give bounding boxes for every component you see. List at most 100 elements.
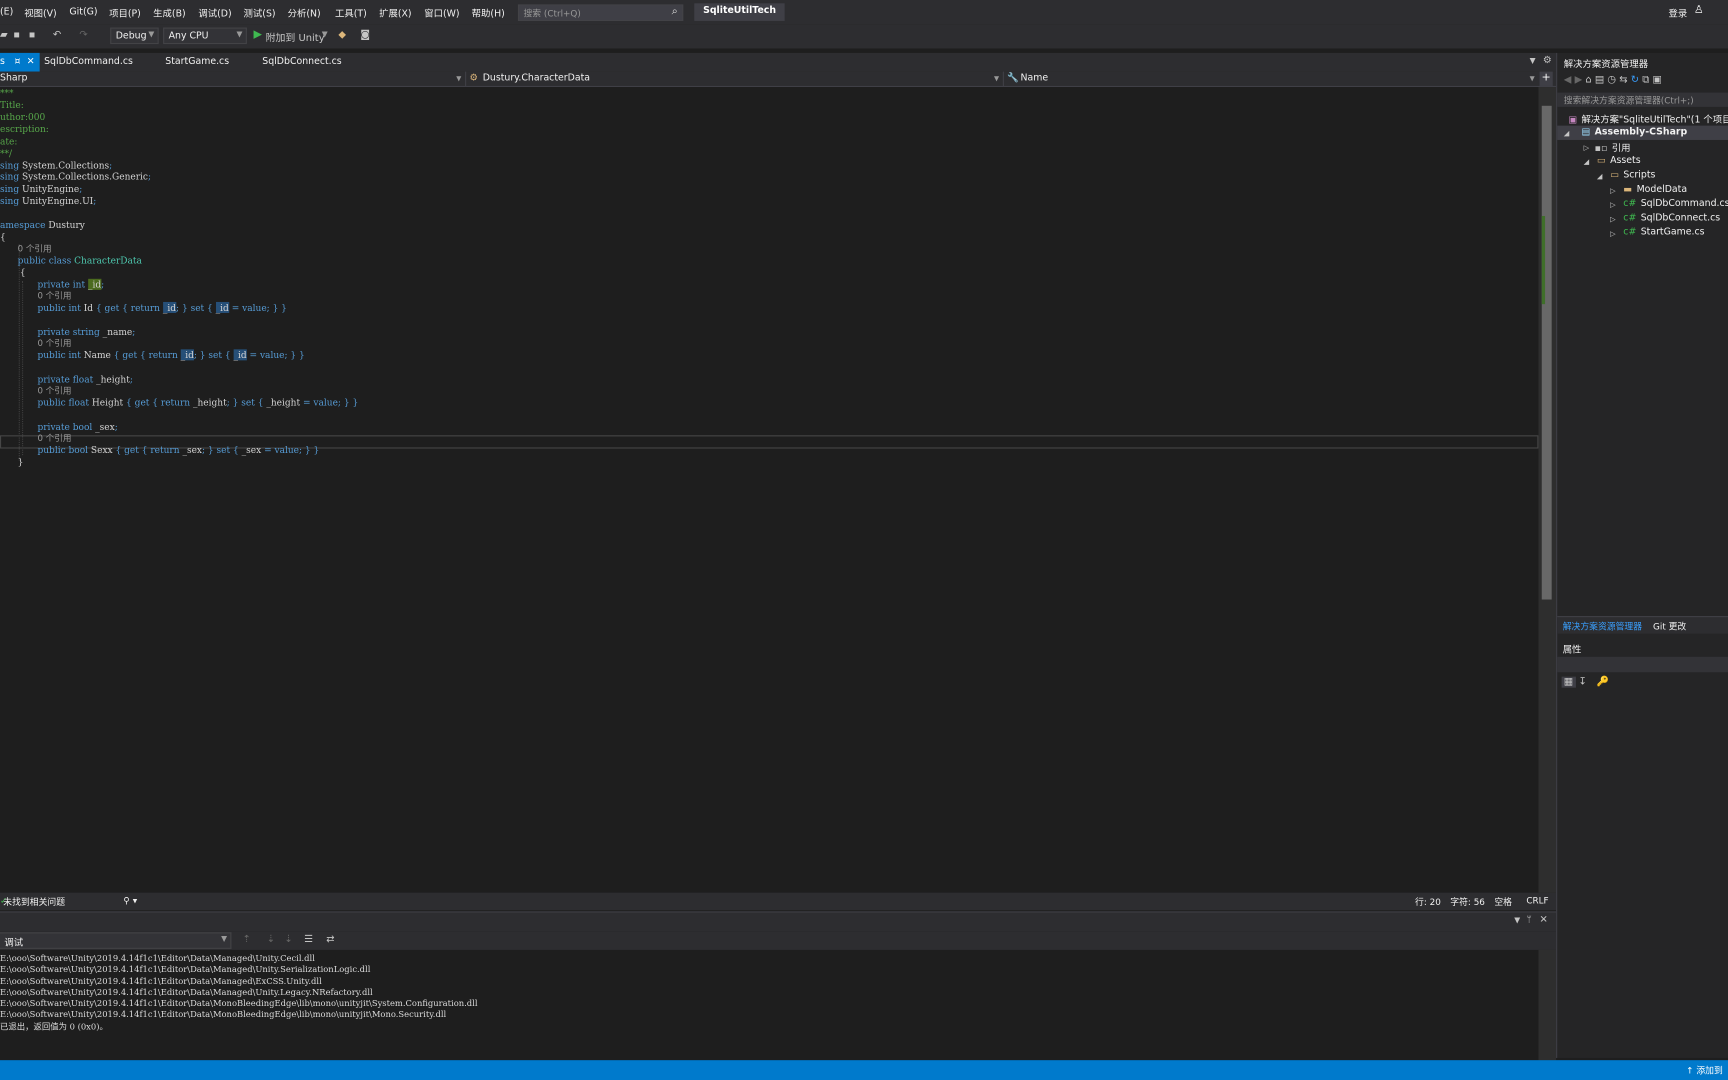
close-icon[interactable]: ✕ (1540, 915, 1548, 926)
tree-project[interactable]: ▤ Assembly-CSharp (1581, 127, 1687, 138)
pin-icon[interactable]: ¤ (14, 56, 20, 67)
tab-list-icon[interactable]: ▼ (1530, 56, 1536, 65)
show-all-files-icon[interactable]: ▣ (1652, 75, 1661, 86)
platform-select[interactable]: Any CPU ▼ (163, 27, 247, 45)
collapsed-icon[interactable]: ▷ (1610, 215, 1616, 224)
tab-git-changes[interactable]: Git 更改 (1653, 620, 1686, 632)
alphabetical-icon[interactable]: ↧ (1579, 677, 1587, 688)
output-scrollbar[interactable] (1538, 949, 1557, 1061)
menu-window[interactable]: 窗口(W) (424, 7, 459, 20)
tab-sqldbcommand[interactable]: SqlDbCommand.cs (35, 53, 141, 72)
tree-startgame[interactable]: c# StartGame.cs (1623, 227, 1704, 238)
open-folder-icon[interactable]: ▰ (0, 30, 8, 41)
camera-icon[interactable]: ◙ (360, 30, 370, 41)
properties-object-select[interactable] (1557, 656, 1728, 673)
menu-extensions[interactable]: 扩展(X) (379, 7, 411, 20)
reference-count[interactable]: 0 个引用 (18, 242, 52, 254)
tab-sqldbconnect[interactable]: SqlDbConnect.cs (253, 53, 350, 72)
tree-scripts[interactable]: ▭ Scripts (1610, 170, 1655, 181)
chevron-down-icon[interactable]: ▼ (322, 30, 328, 39)
code-editor[interactable]: *** Title: uthor:000 escription: ate: **… (0, 87, 1539, 893)
forward-icon[interactable]: ▶ (1575, 75, 1583, 86)
explorer-search-input[interactable]: 搜索解决方案资源管理器(Ctrl+;) (1557, 92, 1728, 107)
line-ending[interactable]: CRLF (1526, 896, 1548, 906)
output-line: E:\ooo\Software\Unity\2019.4.14f1c1\Edit… (0, 987, 373, 998)
save-all-icon[interactable]: ▪ (29, 30, 36, 41)
tree-solution[interactable]: ▣ 解决方案"SqliteUtilTech"(1 个项目/ (1568, 112, 1728, 126)
menu-help[interactable]: 帮助(H) (472, 7, 505, 20)
goto-previous-icon[interactable]: ⇡ (242, 935, 250, 946)
scrollbar-thumb[interactable] (1541, 105, 1552, 600)
menu-view[interactable]: 视图(V) (24, 7, 56, 20)
search-input[interactable]: 搜索 (Ctrl+Q) ⌕ (517, 4, 684, 21)
output-source-select[interactable]: 调试 ▼ (0, 932, 232, 949)
menu-build[interactable]: 生成(B) (153, 7, 185, 20)
expanded-icon[interactable]: ◢ (1597, 172, 1603, 181)
chevron-down-icon: ▼ (236, 29, 243, 39)
home-icon[interactable]: ⌂ (1585, 75, 1591, 86)
pin-icon[interactable]: ᛘ (1526, 915, 1531, 925)
menu-tools[interactable]: 工具(T) (335, 7, 367, 20)
tab-active[interactable]: s ¤ ✕ (0, 52, 40, 72)
redo-icon[interactable]: ↷ (79, 30, 87, 41)
menu-test[interactable]: 测试(S) (244, 7, 276, 20)
expanded-icon[interactable]: ◢ (1584, 158, 1590, 167)
property-pages-icon[interactable]: 🔑 (1597, 677, 1609, 688)
switch-views-icon[interactable]: ▤ (1595, 75, 1604, 86)
sync-icon[interactable]: ⇆ (1619, 75, 1627, 86)
filter-icon[interactable]: ⚲ ▾ (123, 896, 137, 906)
history-icon[interactable]: ◷ (1607, 75, 1616, 86)
menu-analyze[interactable]: 分析(N) (288, 7, 321, 20)
tree-sqldbconnect[interactable]: c# SqlDbConnect.cs (1623, 213, 1720, 224)
collapsed-icon[interactable]: ▷ (1610, 229, 1616, 238)
attach-unity-button[interactable]: 附加到 Unity (266, 30, 325, 44)
issues-status[interactable]: 未找到相关问题 (3, 896, 65, 908)
add-to-source-control[interactable]: ↑ 添加到 (1686, 1065, 1723, 1077)
tree-sqldbcommand[interactable]: c# SqlDbCommand.cs (1623, 198, 1728, 209)
goto-next-icon[interactable]: ⇣ (267, 935, 275, 946)
chevron-down-icon[interactable]: ▼ (1514, 916, 1520, 925)
gear-icon[interactable]: ⚙ (1543, 55, 1552, 66)
collapsed-icon[interactable]: ▷ (1584, 143, 1590, 152)
chevron-down-icon: ▼ (148, 29, 155, 39)
categorized-icon[interactable]: ▦ (1561, 676, 1576, 688)
login-link[interactable]: 登录 (1668, 7, 1687, 20)
reference-count[interactable]: 0 个引用 (37, 290, 71, 302)
menu-project[interactable]: 项目(P) (109, 7, 141, 20)
user-icon[interactable]: ♙ (1694, 4, 1704, 16)
close-icon[interactable]: ✕ (27, 56, 35, 67)
tree-references[interactable]: ▪▫ 引用 (1595, 141, 1631, 154)
member-dropdown[interactable]: Name (1020, 73, 1048, 86)
menu-edit[interactable]: (E) (0, 7, 13, 18)
indent-mode[interactable]: 空格 (1494, 896, 1512, 908)
reference-count[interactable]: 0 个引用 (37, 432, 71, 444)
menu-git[interactable]: Git(G) (69, 7, 97, 18)
tree-modeldata[interactable]: ▬ ModelData (1623, 184, 1687, 195)
refresh-icon[interactable]: ↻ (1631, 75, 1639, 86)
tab-startgame[interactable]: StartGame.cs (156, 53, 237, 72)
save-icon[interactable]: ▪ (13, 30, 20, 41)
change-marker (1541, 215, 1546, 305)
collapsed-icon[interactable]: ▷ (1610, 201, 1616, 210)
undo-icon[interactable]: ↶ (53, 30, 61, 41)
type-dropdown[interactable]: Dustury.CharacterData (483, 73, 590, 86)
find-icon[interactable]: ⇣ (284, 935, 292, 946)
tab-solution-explorer[interactable]: 解决方案资源管理器 (1563, 620, 1642, 632)
reference-count[interactable]: 0 个引用 (37, 385, 71, 397)
collapse-all-icon[interactable]: ⧉ (1642, 75, 1649, 86)
menu-debug[interactable]: 调试(D) (198, 7, 231, 20)
expanded-icon[interactable]: ◢ (1564, 129, 1570, 138)
tree-assets[interactable]: ▭ Assets (1597, 155, 1641, 166)
back-icon[interactable]: ◀ (1564, 75, 1572, 86)
reference-count[interactable]: 0 个引用 (37, 337, 71, 349)
output-text[interactable]: E:\ooo\Software\Unity\2019.4.14f1c1\Edit… (0, 949, 1539, 1069)
collapsed-icon[interactable]: ▷ (1610, 186, 1616, 195)
project-dropdown[interactable]: Sharp (0, 73, 27, 86)
split-window-button[interactable]: + (1539, 71, 1553, 86)
clear-all-icon[interactable]: ☰ (304, 935, 313, 946)
word-wrap-icon[interactable]: ⇄ (326, 935, 334, 946)
play-icon[interactable]: ▶ (253, 29, 261, 41)
flame-icon[interactable]: ◆ (338, 30, 346, 41)
class-icon: ⚙ (469, 72, 478, 84)
configuration-select[interactable]: Debug ▼ (110, 27, 159, 45)
